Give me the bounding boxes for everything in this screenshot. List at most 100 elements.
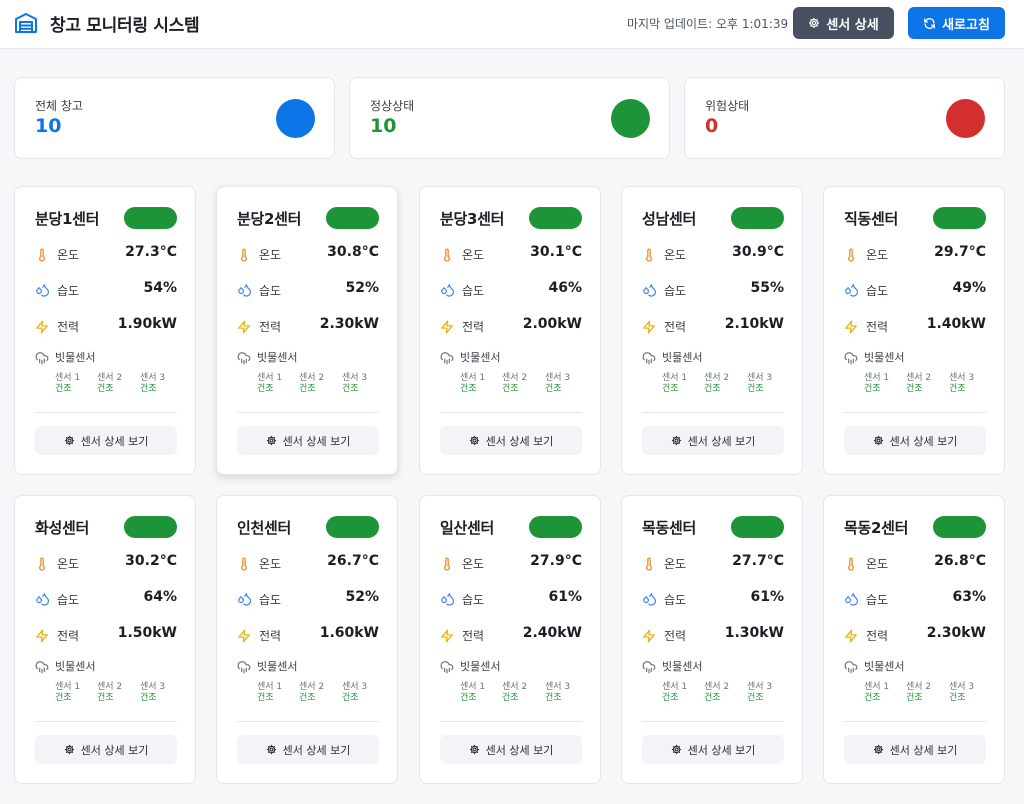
view-detail-label: 센서 상세 보기 [282, 434, 351, 448]
stat-indicator [946, 99, 985, 138]
sensor-state: 건조 [747, 384, 764, 394]
rain-sensor-row: 빗물센서 [642, 657, 784, 675]
view-sensor-detail-button[interactable]: 센서 상세 보기 [642, 735, 784, 764]
sensor-name: 센서 3 [747, 373, 773, 383]
rain-sensor-item: 센서 1 건조 [662, 373, 698, 395]
sensor-name: 센서 2 [97, 682, 123, 692]
humidity-value: 63% [952, 589, 986, 605]
warehouse-name: 화성센터 [35, 519, 90, 537]
power-value: 2.10kW [724, 316, 784, 332]
sensor-name: 센서 3 [342, 373, 368, 383]
status-badge [529, 207, 582, 229]
warehouse-card[interactable]: 직동센터 온도 29.7°C 습도 49% 전력 1.40kW 빗물센서 센서 1 건조 센서 2건… [823, 186, 1005, 475]
view-detail-label: 센서 상세 보기 [80, 743, 149, 757]
warehouse-card[interactable]: 목동2센터 온도 26.8°C 습도 63% 전력 2.30kW 빗물센서 센서 1 건조 센서 2… [823, 495, 1005, 784]
sensor-detail-button[interactable]: 센서 상세 [793, 7, 894, 39]
rain-sensor-row: 빗물센서 [35, 348, 177, 366]
sensor-name: 센서 3 [342, 682, 368, 692]
gear-icon [671, 744, 682, 755]
sensor-state: 건조 [502, 384, 519, 394]
humidity-value: 49% [952, 280, 986, 296]
view-sensor-detail-button[interactable]: 센서 상세 보기 [844, 735, 986, 764]
rain-sensor-row: 빗물센서 [440, 348, 582, 366]
rain-sensor-item: 센서 2 건조 [299, 682, 335, 704]
sensor-name: 센서 1 [662, 682, 688, 692]
temperature-label: 온도 [664, 248, 687, 262]
lightning-icon [35, 319, 49, 334]
temperature-label: 온도 [57, 248, 80, 262]
card-divider [440, 412, 582, 413]
rain-sensor-item: 센서 3 건조 [140, 682, 176, 704]
warehouse-card[interactable]: 인천센터 온도 26.7°C 습도 52% 전력 1.60kW 빗물센서 센서 1 건조 센서 2건… [216, 495, 398, 784]
view-detail-label: 센서 상세 보기 [687, 743, 756, 757]
sensor-state: 건조 [55, 693, 72, 703]
warehouse-card[interactable]: 목동센터 온도 27.7°C 습도 61% 전력 1.30kW 빗물센서 센서 1 건조 센서 2건… [621, 495, 803, 784]
rain-sensor-item: 센서 3 건조 [949, 373, 985, 395]
temperature-label: 온도 [57, 557, 80, 571]
thermometer-icon [844, 247, 858, 262]
warehouse-card[interactable]: 일산센터 온도 27.9°C 습도 61% 전력 2.40kW 빗물센서 센서 1 건조 센서 2건… [419, 495, 601, 784]
power-label: 전력 [866, 320, 889, 334]
rain-sensor-label: 빗물센서 [864, 351, 905, 364]
power-label: 전력 [57, 320, 80, 334]
power-label: 전력 [664, 629, 687, 643]
sensor-state: 건조 [97, 693, 114, 703]
rain-sensor-item: 센서 1 건조 [460, 682, 496, 704]
rain-sensor-item: 센서 2 건조 [906, 682, 942, 704]
humidity-label: 습도 [866, 284, 889, 298]
sensor-state: 건조 [949, 693, 966, 703]
stat-indicator [611, 99, 650, 138]
sensor-name: 센서 2 [299, 373, 325, 383]
sensor-state: 건조 [704, 384, 721, 394]
sensor-name: 센서 3 [949, 373, 975, 383]
view-sensor-detail-button[interactable]: 센서 상세 보기 [440, 426, 582, 455]
card-divider [844, 412, 986, 413]
warehouse-card[interactable]: 성남센터 온도 30.9°C 습도 55% 전력 2.10kW 빗물센서 센서 1 건조 센서 2건… [621, 186, 803, 475]
stat-label: 전체 창고 [35, 99, 83, 113]
warehouse-icon [15, 13, 37, 33]
stat-value: 0 [705, 115, 719, 137]
temperature-label: 온도 [462, 248, 485, 262]
warehouse-card[interactable]: 화성센터 온도 30.2°C 습도 64% 전력 1.50kW 빗물센서 센서 1 건조 센서 2건… [14, 495, 196, 784]
rain-sensor-item: 센서 3 건조 [342, 682, 378, 704]
view-sensor-detail-button[interactable]: 센서 상세 보기 [642, 426, 784, 455]
refresh-button[interactable]: 새로고침 [908, 7, 1005, 39]
view-detail-label: 센서 상세 보기 [80, 434, 149, 448]
card-divider [642, 412, 784, 413]
humidity-value: 46% [548, 280, 582, 296]
power-label: 전력 [259, 629, 282, 643]
sensor-state: 건조 [342, 693, 359, 703]
power-value: 2.00kW [522, 316, 582, 332]
sensor-name: 센서 2 [299, 682, 325, 692]
gear-icon [64, 744, 75, 755]
view-sensor-detail-button[interactable]: 센서 상세 보기 [237, 735, 379, 764]
view-sensor-detail-button[interactable]: 센서 상세 보기 [440, 735, 582, 764]
gear-icon [64, 435, 75, 446]
gear-icon [266, 435, 277, 446]
power-row: 전력 1.50kW [35, 625, 177, 645]
sensor-name: 센서 2 [97, 373, 123, 383]
sensor-name: 센서 3 [545, 373, 571, 383]
stat-value: 10 [35, 115, 62, 137]
warehouse-name: 성남센터 [642, 210, 697, 228]
stat-indicator [276, 99, 315, 138]
warehouse-card[interactable]: 분당1센터 온도 27.3°C 습도 54% 전력 1.90kW 빗물센서 센서 1 건조 센서 2… [14, 186, 196, 475]
rain-sensor-row: 빗물센서 [844, 657, 986, 675]
rain-sensor-label: 빗물센서 [662, 660, 703, 673]
view-detail-label: 센서 상세 보기 [889, 743, 958, 757]
rain-sensor-item: 센서 2 건조 [906, 373, 942, 395]
gear-icon [469, 744, 480, 755]
warehouse-card[interactable]: 분당3센터 온도 30.1°C 습도 46% 전력 2.00kW 빗물센서 센서 1 건조 센서 2… [419, 186, 601, 475]
rain-sensor-item: 센서 1 건조 [257, 682, 293, 704]
view-sensor-detail-button[interactable]: 센서 상세 보기 [237, 426, 379, 455]
view-sensor-detail-button[interactable]: 센서 상세 보기 [35, 426, 177, 455]
warehouse-card[interactable]: 분당2센터 온도 30.8°C 습도 52% 전력 2.30kW 빗물센서 센서 1 건조 센서 2… [216, 186, 398, 475]
view-sensor-detail-button[interactable]: 센서 상세 보기 [844, 426, 986, 455]
stat-label: 위험상태 [705, 99, 750, 113]
view-sensor-detail-button[interactable]: 센서 상세 보기 [35, 735, 177, 764]
stat-card: 전체 창고 10 [14, 77, 335, 159]
temperature-value: 27.9°C [530, 553, 582, 569]
gear-icon [873, 744, 884, 755]
lightning-icon [35, 628, 49, 643]
temperature-label: 온도 [259, 557, 282, 571]
